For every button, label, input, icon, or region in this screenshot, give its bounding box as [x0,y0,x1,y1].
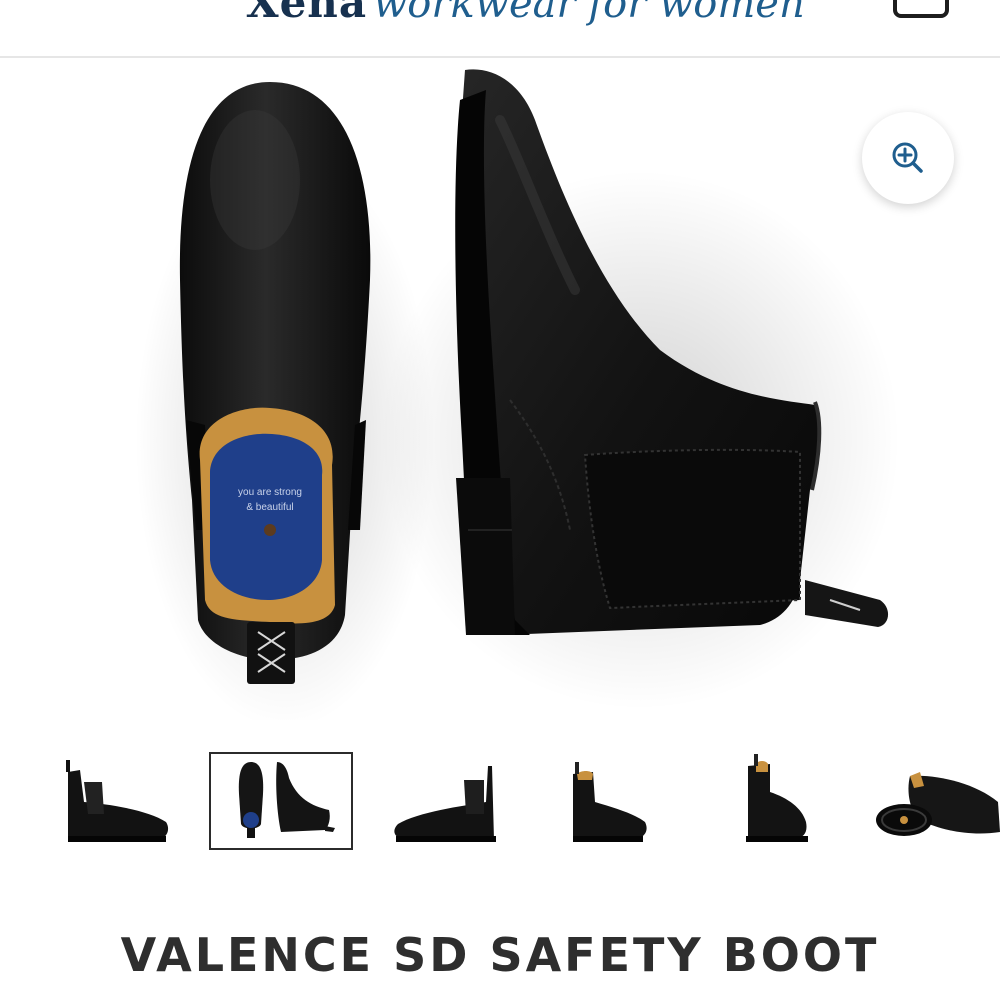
thumbnail-strip [0,752,1000,852]
site-header: Xena workwear for women [0,0,1000,58]
menu-button[interactable] [42,0,102,12]
zoom-button[interactable] [862,112,954,204]
product-title: VALENCE SD SAFETY BOOT [120,928,880,982]
thumbnail-4[interactable] [565,752,655,850]
thumbnail-3[interactable] [388,752,504,850]
insole-logo-icon [264,524,276,536]
zoom-in-icon [892,142,923,173]
thumbnail-1[interactable] [58,752,178,850]
brand-name: Xena [246,0,368,27]
insole-text-1: you are strong [238,487,302,498]
thumbnail-5[interactable] [740,752,816,850]
boot-top-view: you are strong & beautiful [179,82,371,684]
main-product-image[interactable]: you are strong & beautiful [0,60,1000,730]
thumbnail-2-active[interactable] [209,752,353,850]
insole-text-2: & beautiful [246,502,293,513]
brand-tagline: workwear for women [373,0,805,27]
brand-logo[interactable]: Xena workwear for women [246,0,805,28]
pull-tab [247,622,295,684]
cart-button[interactable] [893,0,949,18]
thumbnail-6[interactable] [874,752,1000,850]
boots-photo: you are strong & beautiful [135,69,900,730]
